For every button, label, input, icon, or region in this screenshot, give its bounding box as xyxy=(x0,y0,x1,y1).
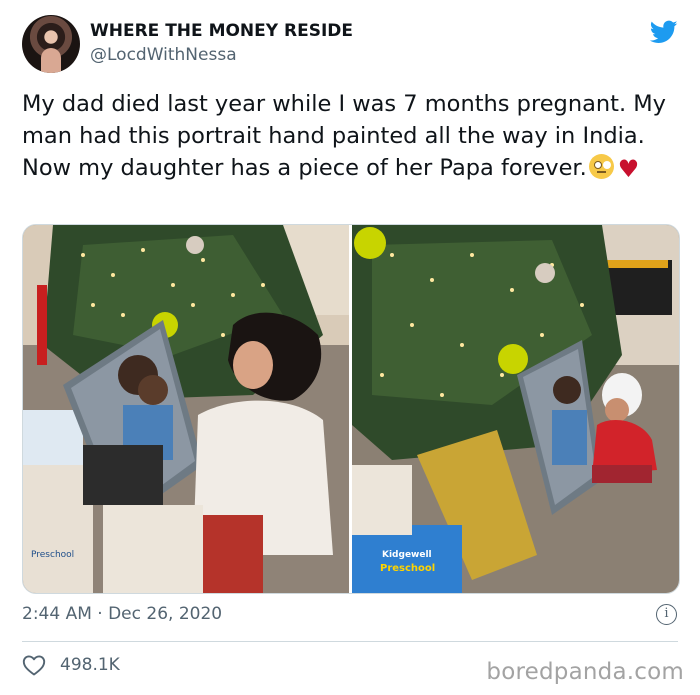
divider xyxy=(22,641,678,642)
face-with-rolling-eyes-icon xyxy=(588,154,614,179)
tweet-body: My dad died last year while I was 7 mont… xyxy=(22,91,666,181)
photo-daughter-with-portrait[interactable]: Kidgewell Preschool xyxy=(352,225,679,593)
heart-outline-icon[interactable] xyxy=(22,654,46,676)
like-count: 498.1K xyxy=(60,655,120,675)
display-name[interactable]: WHERE THE MONEY RESIDE xyxy=(90,21,353,41)
photo-opening-portrait[interactable]: Preschool xyxy=(23,225,349,593)
right-package-label: Preschool xyxy=(380,563,435,574)
watermark: boredpanda.com xyxy=(486,659,684,685)
tweet-card: WHERE THE MONEY RESIDE @LocdWithNessa My… xyxy=(0,0,700,695)
red-heart-icon: ♥ xyxy=(617,155,640,183)
user-handle[interactable]: @LocdWithNessa xyxy=(90,45,237,65)
right-package-brand: Kidgewell xyxy=(382,550,432,560)
tweet-timestamp[interactable]: 2:44 AM · Dec 26, 2020 xyxy=(22,604,222,624)
avatar[interactable] xyxy=(22,15,80,73)
tweet-text: My dad died last year while I was 7 mont… xyxy=(22,88,682,185)
photo-opening-portrait-image: Preschool xyxy=(23,225,349,593)
left-package-label: Preschool xyxy=(31,550,74,560)
info-icon[interactable]: i xyxy=(656,604,677,625)
photo-grid: Preschool Kidgewell Preschool xyxy=(22,224,680,594)
twitter-bird-icon[interactable] xyxy=(648,18,680,46)
photo-daughter-with-portrait-image: Kidgewell Preschool xyxy=(352,225,679,593)
